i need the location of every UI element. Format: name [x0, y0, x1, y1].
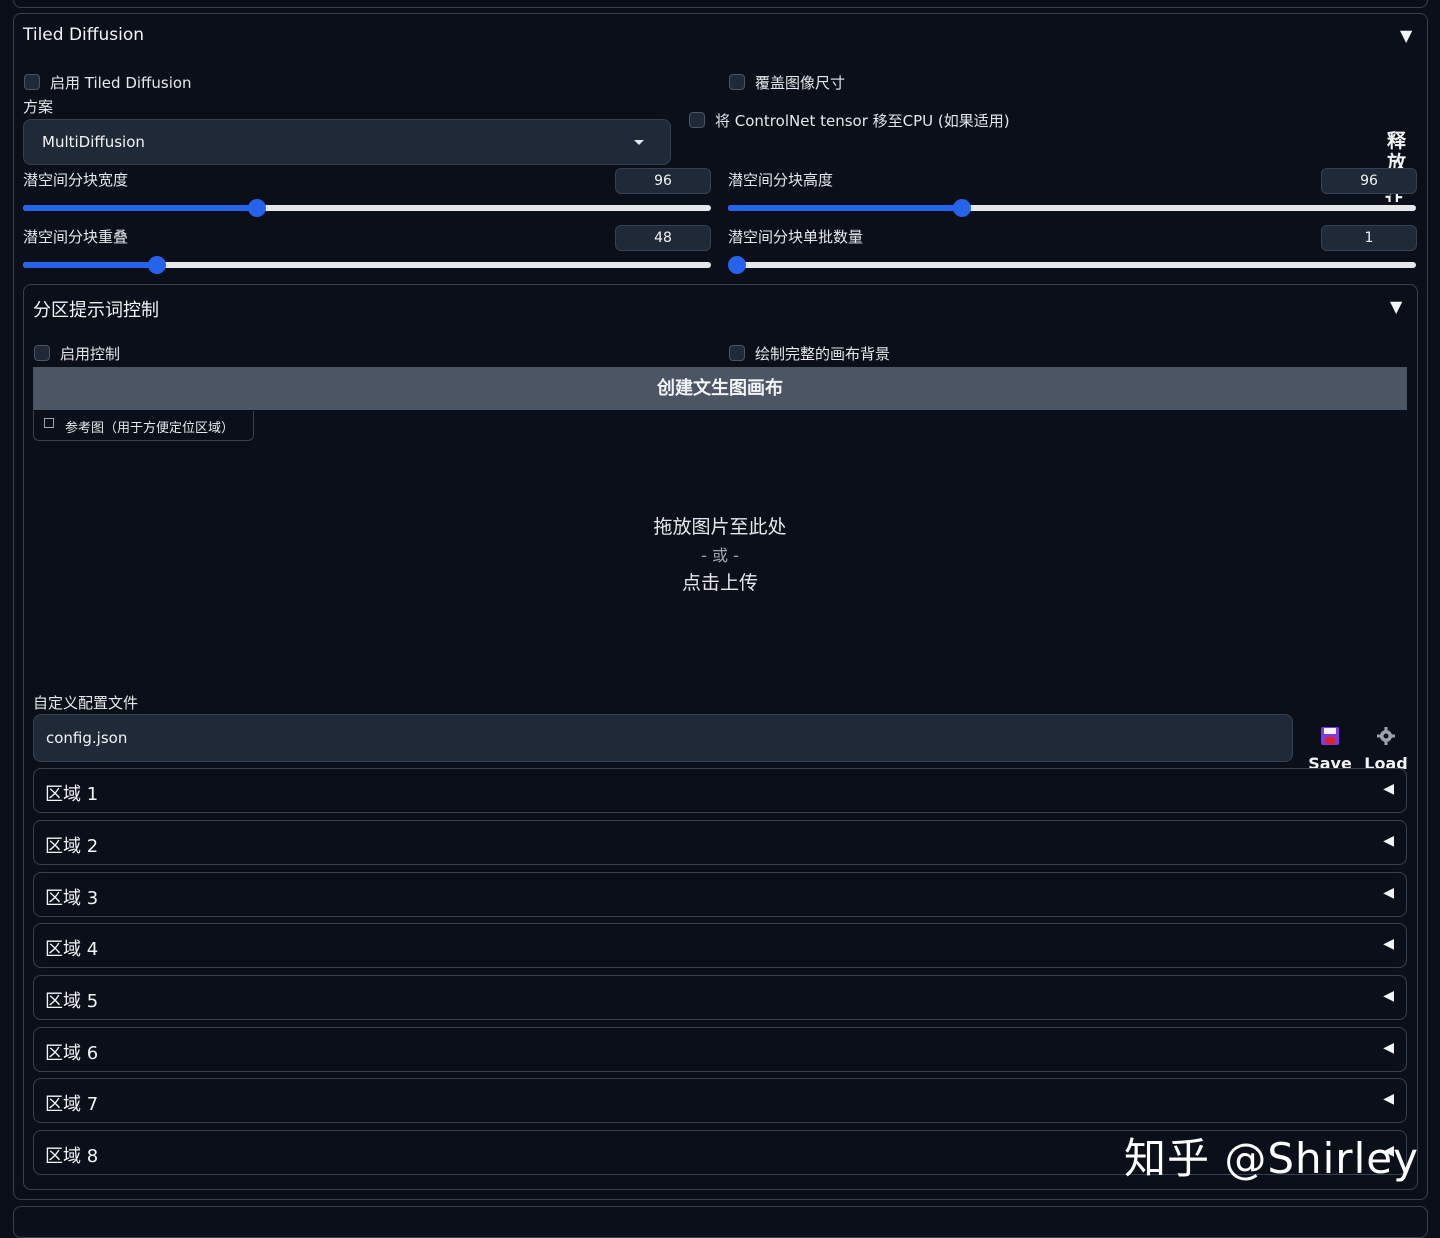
slider-fill	[23, 205, 257, 211]
region-3-accordion[interactable]: 区域 3 ◀	[33, 872, 1407, 917]
slider-fill	[23, 262, 157, 268]
tile-batch-slider[interactable]	[728, 256, 1416, 274]
slider-thumb[interactable]	[248, 199, 266, 217]
load-button[interactable]: Load	[1361, 724, 1411, 773]
previous-panel-edge	[13, 0, 1428, 8]
floppy-disk-icon	[1321, 727, 1339, 745]
tile-overlap-slider[interactable]	[23, 256, 711, 274]
draw-background-checkbox[interactable]	[729, 345, 745, 361]
region-label: 区域 3	[45, 888, 99, 909]
expand-caret-icon: ◀	[1383, 781, 1394, 797]
tile-overlap-number[interactable]: 48	[615, 225, 711, 251]
next-panel-edge	[13, 1206, 1428, 1238]
click-upload-text: 点击上传	[681, 572, 758, 594]
tile-width-number[interactable]: 96	[615, 168, 711, 194]
gear-icon	[1377, 727, 1395, 745]
collapse-caret-icon[interactable]: ▼	[1400, 26, 1412, 45]
expand-caret-icon: ◀	[1383, 833, 1394, 849]
region-label: 区域 2	[45, 836, 99, 857]
create-txt2img-canvas-button[interactable]: 创建文生图画布	[33, 367, 1407, 410]
tile-width-label: 潜空间分块宽度	[23, 171, 129, 189]
tile-overlap-label: 潜空间分块重叠	[23, 228, 129, 246]
tile-height-slider[interactable]	[728, 199, 1416, 217]
enable-tiled-diffusion-checkbox[interactable]	[24, 74, 40, 90]
region-5-accordion[interactable]: 区域 5 ◀	[33, 975, 1407, 1020]
region-1-accordion[interactable]: 区域 1 ◀	[33, 768, 1407, 813]
move-controlnet-label: 将 ControlNet tensor 移至CPU (如果适用)	[715, 112, 1010, 130]
save-button[interactable]: Save	[1305, 724, 1355, 773]
overwrite-image-size-checkbox[interactable]	[729, 74, 745, 90]
tile-batch-number[interactable]: 1	[1321, 225, 1417, 251]
slider-thumb[interactable]	[728, 256, 746, 274]
config-file-label: 自定义配置文件	[33, 694, 139, 712]
draw-background-label: 绘制完整的画布背景	[755, 345, 891, 363]
region-label: 区域 1	[45, 784, 99, 805]
region-6-accordion[interactable]: 区域 6 ◀	[33, 1027, 1407, 1072]
side-text-char: 释	[1387, 130, 1407, 152]
method-dropdown-value: MultiDiffusion	[42, 133, 145, 151]
config-file-input[interactable]: config.json	[33, 714, 1293, 762]
image-icon	[44, 418, 54, 428]
region-label: 区域 5	[45, 991, 99, 1012]
region-7-accordion[interactable]: 区域 7 ◀	[33, 1078, 1407, 1123]
slider-fill	[728, 205, 962, 211]
slider-thumb[interactable]	[953, 199, 971, 217]
chevron-down-icon	[634, 140, 644, 145]
overwrite-image-size-label: 覆盖图像尺寸	[755, 74, 846, 92]
tiled-diffusion-title[interactable]: Tiled Diffusion	[23, 25, 144, 45]
enable-control-checkbox[interactable]	[34, 345, 50, 361]
tile-height-number[interactable]: 96	[1321, 168, 1417, 194]
region-label: 区域 7	[45, 1094, 99, 1115]
expand-caret-icon: ◀	[1383, 1040, 1394, 1056]
region-label: 区域 8	[45, 1146, 99, 1167]
collapse-caret-icon[interactable]: ▼	[1390, 297, 1402, 316]
enable-tiled-diffusion-label: 启用 Tiled Diffusion	[50, 74, 192, 92]
expand-caret-icon: ◀	[1383, 1091, 1394, 1107]
tile-height-label: 潜空间分块高度	[728, 171, 834, 189]
tile-batch-label: 潜空间分块单批数量	[728, 228, 864, 246]
region-2-accordion[interactable]: 区域 2 ◀	[33, 820, 1407, 865]
region-label: 区域 4	[45, 939, 99, 960]
region-label: 区域 6	[45, 1043, 99, 1064]
drop-or-text: - 或 -	[701, 546, 739, 565]
reference-image-tab-label: 参考图（用于方便定位区域）	[65, 421, 235, 436]
enable-control-label: 启用控制	[60, 345, 121, 363]
config-file-value: config.json	[46, 729, 128, 747]
expand-caret-icon: ◀	[1383, 988, 1394, 1004]
expand-caret-icon: ◀	[1383, 936, 1394, 952]
region-4-accordion[interactable]: 区域 4 ◀	[33, 923, 1407, 968]
slider-thumb[interactable]	[148, 256, 166, 274]
method-label: 方案	[23, 98, 54, 116]
region-control-title[interactable]: 分区提示词控制	[33, 296, 159, 322]
move-controlnet-checkbox[interactable]	[689, 112, 705, 128]
expand-caret-icon: ◀	[1383, 885, 1394, 901]
drop-image-text: 拖放图片至此处	[653, 516, 787, 538]
tile-width-slider[interactable]	[23, 199, 711, 217]
zhihu-watermark: 知乎 @Shirley	[1124, 1134, 1419, 1183]
method-dropdown[interactable]: MultiDiffusion	[23, 119, 671, 165]
reference-image-tab[interactable]: 参考图（用于方便定位区域）	[33, 411, 254, 441]
